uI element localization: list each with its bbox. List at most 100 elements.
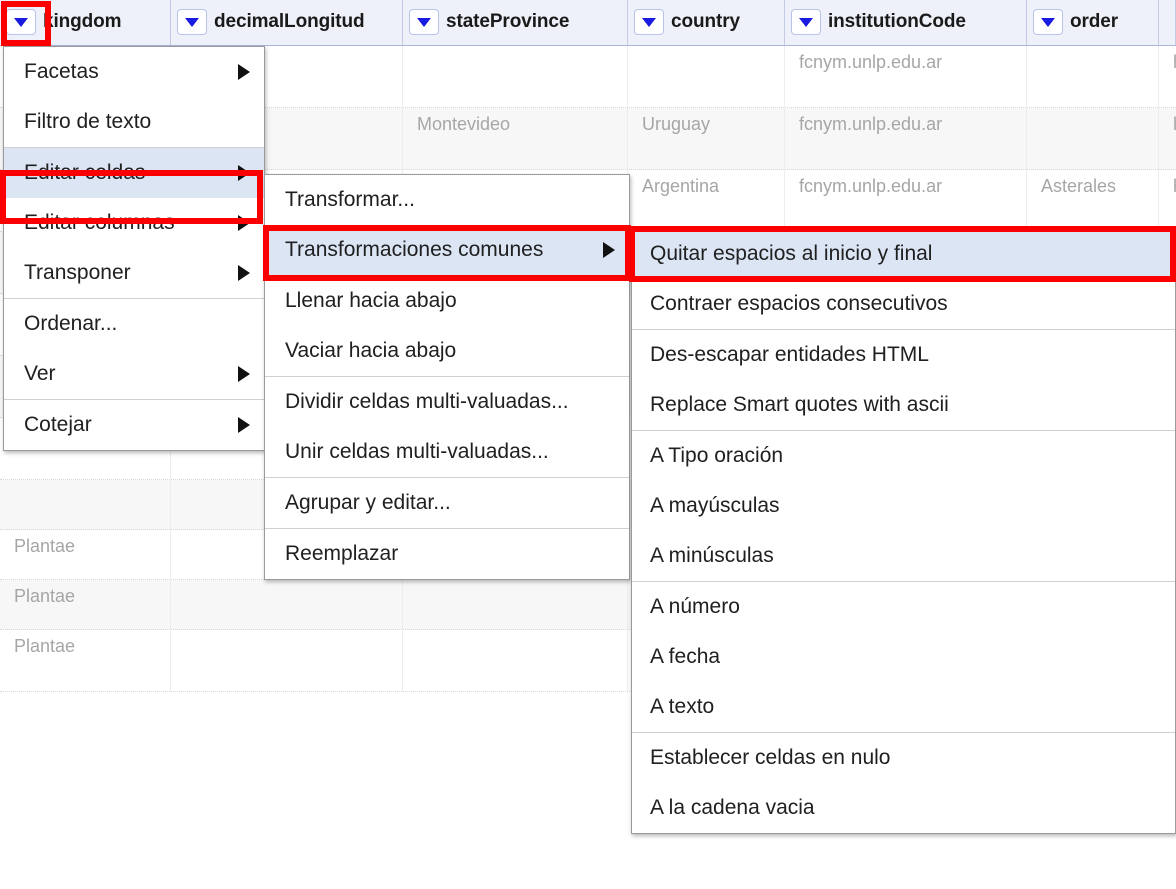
menu-item-unir-celdas-multi-valuadas[interactable]: Unir celdas multi-valuadas... — [265, 427, 629, 477]
column-header-label: country — [671, 11, 740, 32]
table-cell — [403, 580, 628, 629]
column-header-stateProvince: stateProvince — [403, 0, 628, 45]
table-cell — [403, 46, 628, 107]
common-transforms-submenu[interactable]: Quitar espacios al inicio y final Contrae… — [631, 228, 1176, 834]
table-cell — [171, 580, 403, 629]
table-cell — [171, 630, 403, 691]
menu-item-label: Ver — [24, 362, 56, 385]
column-header-partial-6 — [1159, 0, 1176, 45]
chevron-down-icon — [185, 17, 199, 27]
menu-item-quitar-espacios-al-inicio-y-final[interactable]: Quitar espacios al inicio y final — [632, 229, 1175, 279]
table-cell: Uruguay — [628, 108, 785, 169]
menu-item-a-mayusculas[interactable]: A mayúsculas — [632, 481, 1175, 531]
menu-item-label: Agrupar y editar... — [285, 491, 451, 514]
menu-item-agrupar-y-editar[interactable]: Agrupar y editar... — [265, 478, 629, 528]
menu-item-contraer-espacios-consecutivos[interactable]: Contraer espacios consecutivos — [632, 279, 1175, 329]
menu-item-filtro-de-texto[interactable]: Filtro de texto — [4, 97, 264, 147]
menu-item-label: Unir celdas multi-valuadas... — [285, 440, 549, 463]
menu-item-transformar[interactable]: Transformar... — [265, 175, 629, 225]
menu-item-ver[interactable]: Ver — [4, 349, 264, 399]
menu-item-label: Llenar hacia abajo — [285, 289, 457, 312]
menu-item-label: A la cadena vacia — [650, 796, 815, 819]
submenu-arrow-icon — [238, 64, 250, 80]
menu-item-vaciar-hacia-abajo[interactable]: Vaciar hacia abajo — [265, 326, 629, 376]
column-header-label: order — [1070, 11, 1119, 32]
menu-item-a-numero[interactable]: A número — [632, 582, 1175, 632]
table-cell: h — [1159, 46, 1176, 107]
menu-item-a-tipo-oracion[interactable]: A Tipo oración — [632, 431, 1175, 481]
column-header-kingdom: kingdom — [0, 0, 171, 45]
column-menu-button-decimalLongitud[interactable] — [177, 9, 207, 35]
column-header-label: institutionCode — [828, 11, 966, 32]
menu-item-label: Transponer — [24, 261, 131, 284]
table-cell: h — [1159, 170, 1176, 231]
menu-item-label: Vaciar hacia abajo — [285, 339, 457, 362]
menu-item-label: Transformar... — [285, 188, 415, 211]
column-header-institutionCode: institutionCode — [785, 0, 1027, 45]
menu-item-llenar-hacia-abajo[interactable]: Llenar hacia abajo — [265, 276, 629, 326]
menu-item-cotejar[interactable]: Cotejar — [4, 400, 264, 450]
menu-item-label: A número — [650, 595, 740, 618]
submenu-arrow-icon — [238, 165, 250, 181]
menu-item-label: A minúsculas — [650, 544, 774, 567]
menu-item-reemplazar[interactable]: Reemplazar — [265, 529, 629, 579]
submenu-arrow-icon — [238, 265, 250, 281]
menu-item-facetas[interactable]: Facetas — [4, 47, 264, 97]
column-dropdown-menu[interactable]: Facetas Filtro de texto Editar celdas Edita… — [3, 46, 265, 451]
menu-item-establecer-celdas-en-nulo[interactable]: Establecer celdas en nulo — [632, 733, 1175, 783]
column-header-label: stateProvince — [446, 11, 570, 32]
table-cell — [628, 46, 785, 107]
menu-item-a-la-cadena-vacia[interactable]: A la cadena vacia — [632, 783, 1175, 833]
column-menu-button-stateProvince[interactable] — [409, 9, 439, 35]
column-menu-button-order[interactable] — [1033, 9, 1063, 35]
column-menu-button-country[interactable] — [634, 9, 664, 35]
submenu-arrow-icon — [238, 366, 250, 382]
menu-item-a-texto[interactable]: A texto — [632, 682, 1175, 732]
column-header-label: decimalLongitud — [214, 11, 365, 32]
menu-item-editar-columnas[interactable]: Editar columnas — [4, 198, 264, 248]
submenu-arrow-icon — [603, 242, 615, 258]
menu-item-label: Facetas — [24, 60, 99, 83]
menu-item-des-escapar-entidades-html[interactable]: Des-escapar entidades HTML — [632, 330, 1175, 380]
column-header-order: order — [1027, 0, 1159, 45]
table-cell: fcnym.unlp.edu.ar — [785, 46, 1027, 107]
menu-item-label: Des-escapar entidades HTML — [650, 343, 929, 366]
menu-item-label: Transformaciones comunes — [285, 238, 544, 261]
column-header-label: kingdom — [43, 11, 122, 32]
menu-item-label: Replace Smart quotes with ascii — [650, 393, 949, 416]
chevron-down-icon — [14, 17, 28, 27]
edit-cells-submenu[interactable]: Transformar... Transformaciones comunes Ll… — [264, 174, 630, 580]
table-cell: Asterales — [1027, 170, 1159, 231]
menu-item-dividir-celdas-multi-valuadas[interactable]: Dividir celdas multi-valuadas... — [265, 377, 629, 427]
menu-item-transponer[interactable]: Transponer — [4, 248, 264, 298]
menu-item-ordenar[interactable]: Ordenar... — [4, 299, 264, 349]
table-cell: h — [1159, 108, 1176, 169]
menu-item-label: Filtro de texto — [24, 110, 152, 133]
table-cell: fcnym.unlp.edu.ar — [785, 170, 1027, 231]
menu-item-label: Dividir celdas multi-valuadas... — [285, 390, 569, 413]
menu-item-label: Cotejar — [24, 413, 92, 436]
menu-item-a-minusculas[interactable]: A minúsculas — [632, 531, 1175, 581]
table-cell: Argentina — [628, 170, 785, 231]
submenu-arrow-icon — [238, 417, 250, 433]
table-cell — [0, 480, 171, 529]
column-header-decimalLongitud: decimalLongitud — [171, 0, 403, 45]
column-header-country: country — [628, 0, 785, 45]
column-menu-button-institutionCode[interactable] — [791, 9, 821, 35]
menu-item-label: Reemplazar — [285, 542, 399, 565]
column-menu-button-kingdom[interactable] — [6, 9, 36, 35]
menu-item-label: A mayúsculas — [650, 494, 780, 517]
chevron-down-icon — [642, 17, 656, 27]
menu-item-label: A fecha — [650, 645, 721, 668]
column-header-row: kingdom decimalLongitud stateProvince count… — [0, 0, 1176, 46]
menu-item-label: Editar celdas — [24, 161, 146, 184]
menu-item-transformaciones-comunes[interactable]: Transformaciones comunes — [265, 225, 629, 275]
table-cell: Montevideo — [403, 108, 628, 169]
submenu-arrow-icon — [238, 215, 250, 231]
menu-item-label: Establecer celdas en nulo — [650, 746, 891, 769]
menu-item-label: Editar columnas — [24, 211, 175, 234]
menu-item-editar-celdas[interactable]: Editar celdas — [4, 148, 264, 198]
menu-item-replace-smart-quotes-with-ascii[interactable]: Replace Smart quotes with ascii — [632, 380, 1175, 430]
menu-item-a-fecha[interactable]: A fecha — [632, 632, 1175, 682]
chevron-down-icon — [1041, 17, 1055, 27]
